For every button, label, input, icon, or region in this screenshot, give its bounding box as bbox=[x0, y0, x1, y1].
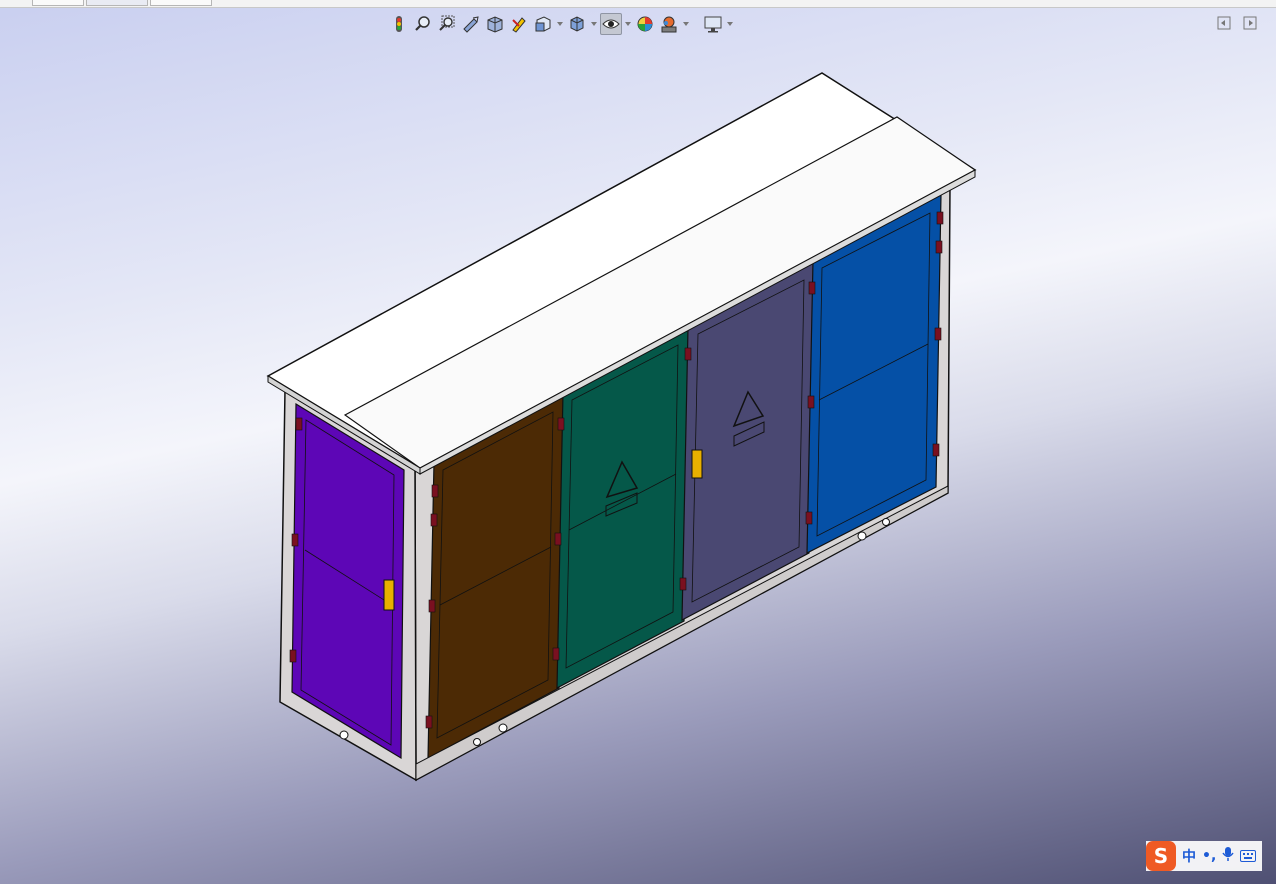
door-slate-lock[interactable] bbox=[691, 449, 703, 479]
ime-language-toggle[interactable]: 中 bbox=[1182, 846, 1196, 866]
graphics-area[interactable]: S 中 •, bbox=[0, 0, 1276, 884]
substation-model[interactable] bbox=[0, 0, 1276, 884]
keyboard-icon[interactable] bbox=[1240, 847, 1257, 866]
ime-status-bar[interactable]: S 中 •, bbox=[1146, 841, 1263, 871]
microphone-icon[interactable] bbox=[1222, 846, 1234, 866]
ime-punctuation-toggle[interactable]: •, bbox=[1202, 848, 1216, 864]
ime-logo-icon[interactable]: S bbox=[1146, 841, 1176, 871]
door-violet-lock[interactable] bbox=[383, 579, 395, 611]
